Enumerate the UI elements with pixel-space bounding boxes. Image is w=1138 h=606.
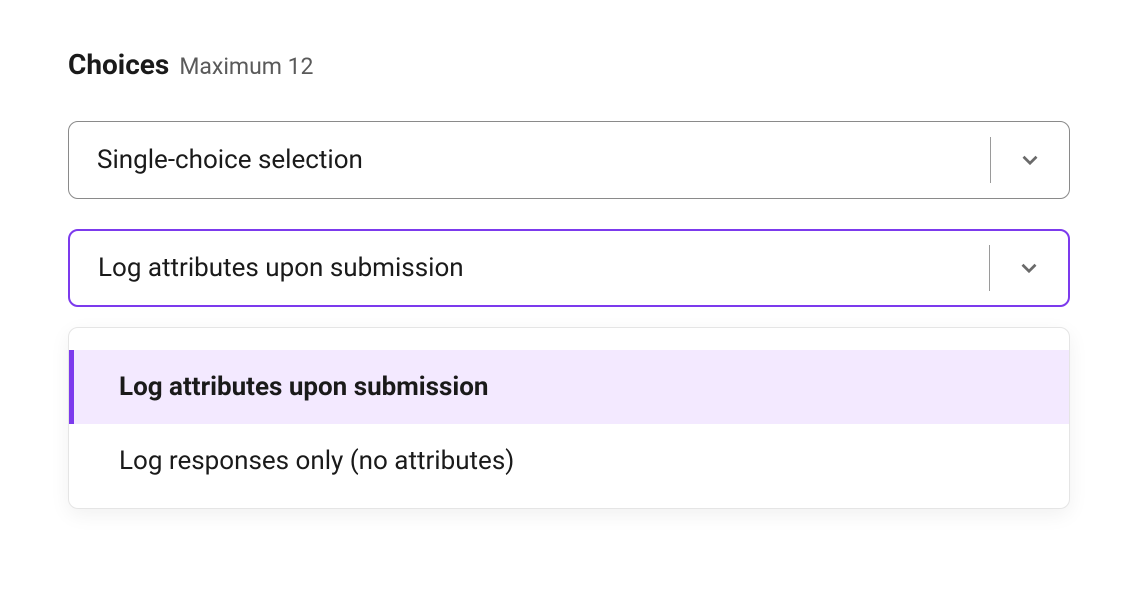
select-single-choice-value: Single-choice selection — [69, 145, 990, 175]
select-log-attributes[interactable]: Log attributes upon submission — [68, 229, 1070, 307]
chevron-down-icon[interactable] — [990, 255, 1068, 281]
select-log-attributes-value: Log attributes upon submission — [70, 253, 989, 283]
chevron-down-icon[interactable] — [991, 147, 1069, 173]
dropdown-panel: Log attributes upon submission Log respo… — [68, 327, 1070, 509]
choices-title: Choices — [68, 48, 169, 81]
dropdown-option-log-responses-only[interactable]: Log responses only (no attributes) — [69, 424, 1069, 498]
dropdown-option-log-attributes[interactable]: Log attributes upon submission — [69, 350, 1069, 424]
choices-subtitle: Maximum 12 — [179, 53, 313, 80]
choices-header: Choices Maximum 12 — [68, 48, 1070, 81]
select-single-choice[interactable]: Single-choice selection — [68, 121, 1070, 199]
